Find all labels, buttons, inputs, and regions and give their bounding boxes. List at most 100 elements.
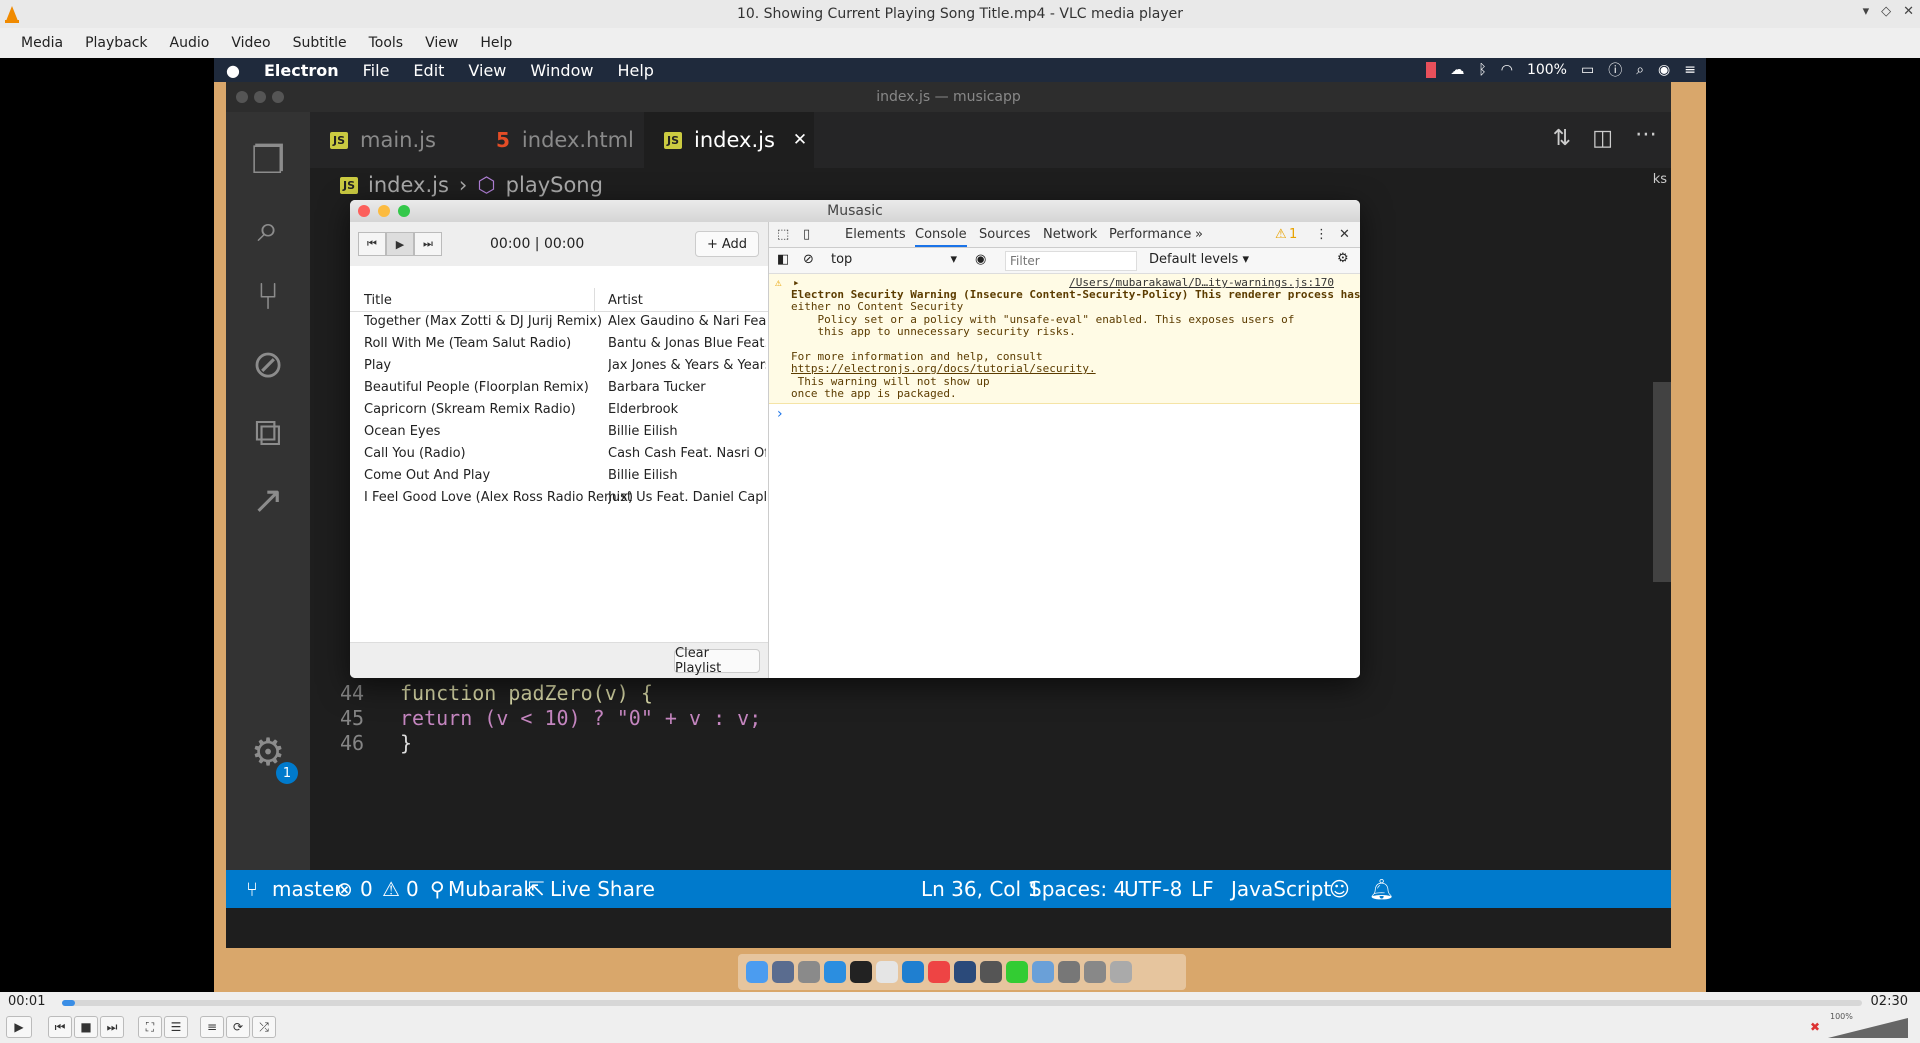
seek-bar[interactable]	[62, 1000, 1862, 1006]
extensions-icon[interactable]: ⧉	[244, 408, 292, 456]
previous-track-icon[interactable]: ⏮	[358, 232, 386, 256]
editor-scrollbar[interactable]	[1653, 382, 1671, 582]
tasks-icon[interactable]	[954, 961, 976, 983]
clear-console-icon[interactable]: ⊘	[803, 252, 814, 267]
app-zoom-button[interactable]	[398, 205, 410, 217]
playlist-row[interactable]: Beautiful People (Floorplan Remix) Barbar…	[350, 380, 770, 402]
clear-playlist-button[interactable]: Clear Playlist	[674, 646, 760, 676]
status-user[interactable]: Mubarak	[448, 877, 535, 901]
column-artist[interactable]: Artist	[608, 293, 643, 308]
more-tabs-icon[interactable]: »	[1195, 227, 1203, 242]
playlist-row[interactable]: I Feel Good Love (Alex Ross Radio Remix)…	[350, 490, 770, 512]
mac-menu-window[interactable]: Window	[518, 61, 605, 80]
tab-sources[interactable]: Sources	[979, 227, 1030, 242]
mac-menu-file[interactable]: File	[351, 61, 402, 80]
restore-icon[interactable]: ◇	[1881, 4, 1891, 19]
window-zoom-button[interactable]	[272, 91, 284, 103]
trash-icon[interactable]	[1110, 961, 1132, 983]
breadcrumb-file[interactable]: index.js	[368, 173, 449, 197]
previous-button[interactable]: ⏮	[48, 1016, 72, 1038]
mac-menu-view[interactable]: View	[456, 61, 518, 80]
status-encoding[interactable]: UTF-8	[1124, 877, 1182, 901]
menu-subtitle[interactable]: Subtitle	[282, 35, 358, 51]
status-warnings[interactable]: 0	[406, 877, 419, 901]
notification-icon[interactable]: ☁	[1450, 62, 1464, 78]
spotlight-icon[interactable]: ⌕	[1636, 62, 1644, 78]
menu-tools[interactable]: Tools	[358, 35, 415, 51]
menu-audio[interactable]: Audio	[159, 35, 221, 51]
info-icon[interactable]: ⓘ	[1608, 60, 1622, 80]
play-button[interactable]: ▶	[6, 1016, 32, 1038]
menu-view[interactable]: View	[414, 35, 469, 51]
terminal-icon[interactable]	[850, 961, 872, 983]
playlist-row[interactable]: Roll With Me (Team Salut Radio) Bantu & J…	[350, 336, 770, 358]
more-actions-icon[interactable]: ⋯	[1635, 122, 1657, 147]
apple-icon[interactable]: ●	[214, 61, 252, 80]
status-branch[interactable]: master	[272, 877, 343, 901]
rocket-icon[interactable]	[798, 961, 820, 983]
status-position[interactable]: Ln 36, Col 1	[921, 877, 1040, 901]
finder-icon[interactable]	[746, 961, 768, 983]
debug-icon[interactable]: ⊘	[244, 340, 292, 388]
split-editor-icon[interactable]: ◫	[1592, 126, 1613, 151]
volume-slider[interactable]: 100%	[1828, 1012, 1908, 1038]
fullscreen-button[interactable]: ⛶	[138, 1016, 162, 1038]
breadcrumb-symbol[interactable]: playSong	[506, 173, 603, 197]
explorer-icon[interactable]: ❐	[244, 136, 292, 184]
warning-count[interactable]: 1	[1289, 227, 1297, 242]
tab-main-js[interactable]: JS main.js	[310, 112, 476, 168]
playlist-row[interactable]: Together (Max Zotti & DJ Jurij Remix) Ale…	[350, 314, 770, 336]
vscode-icon[interactable]	[902, 961, 924, 983]
mac-menu-electron[interactable]: Electron	[252, 61, 351, 80]
console-filter-input[interactable]	[1005, 251, 1137, 271]
context-select[interactable]: top ▾	[831, 252, 957, 267]
menu-playback[interactable]: Playback	[74, 35, 158, 51]
playlist-row[interactable]: Call You (Radio) Cash Cash Feat. Nasri Of…	[350, 446, 770, 468]
feedback-icon[interactable]: ☺	[1329, 877, 1350, 901]
playlist-row[interactable]: Ocean Eyes Billie Eilish	[350, 424, 770, 446]
play-icon[interactable]: ▶	[386, 232, 414, 256]
record-icon[interactable]	[1426, 62, 1437, 78]
loop-button[interactable]: ⟳	[226, 1016, 250, 1038]
search-icon[interactable]: ⌕	[244, 204, 292, 252]
battery-icon[interactable]: ▭	[1581, 62, 1594, 78]
status-errors[interactable]: 0	[360, 877, 373, 901]
playlist-row[interactable]: Play Jax Jones & Years & Years	[350, 358, 770, 380]
folder-icon[interactable]	[1084, 961, 1106, 983]
folder-icon[interactable]	[1032, 961, 1054, 983]
default-levels-select[interactable]: Default levels ▾	[1149, 252, 1249, 267]
launchpad-icon[interactable]	[772, 961, 794, 983]
extended-settings-button[interactable]: ☰	[164, 1016, 188, 1038]
security-link[interactable]: https://electronjs.org/docs/tutorial/sec…	[791, 362, 1096, 376]
inspect-icon[interactable]: ⬚	[777, 227, 789, 242]
notification-bell-icon[interactable]: 🔔︎	[1369, 877, 1394, 901]
tab-close-icon[interactable]: ✕	[793, 130, 807, 150]
live-share-icon[interactable]: ↗	[244, 476, 292, 524]
device-toolbar-icon[interactable]: ▯	[803, 227, 810, 242]
siri-icon[interactable]: ◉	[1658, 62, 1670, 78]
app-minimize-button[interactable]	[378, 205, 390, 217]
safari-icon[interactable]	[824, 961, 846, 983]
console-prompt[interactable]: ›	[777, 406, 783, 422]
status-live-share[interactable]: Live Share	[550, 877, 655, 901]
console-settings-icon[interactable]: ⚙	[1337, 251, 1349, 266]
shuffle-button[interactable]: ⤮	[252, 1016, 276, 1038]
window-minimize-button[interactable]	[254, 91, 266, 103]
devtools-menu-icon[interactable]: ⋮	[1315, 227, 1328, 242]
list-icon[interactable]: ≡	[1684, 62, 1696, 78]
wifi-icon[interactable]: ◠	[1501, 62, 1513, 78]
camtasia-icon[interactable]	[1006, 961, 1028, 983]
tab-elements[interactable]: Elements	[845, 227, 906, 242]
menu-video[interactable]: Video	[220, 35, 281, 51]
chrome-icon[interactable]	[928, 961, 950, 983]
column-title[interactable]: Title	[364, 293, 392, 308]
tab-performance[interactable]: Performance	[1109, 227, 1191, 242]
stop-button[interactable]: ■	[74, 1016, 98, 1038]
video-area[interactable]: ● Electron File Edit View Window Help ☁ …	[0, 58, 1920, 992]
playlist-row[interactable]: Come Out And Play Billie Eilish	[350, 468, 770, 490]
electron-icon[interactable]	[980, 961, 1002, 983]
status-language[interactable]: JavaScript	[1231, 877, 1331, 901]
tab-index-html[interactable]: 5 index.html	[476, 112, 644, 168]
mac-menu-edit[interactable]: Edit	[401, 61, 456, 80]
mac-menu-help[interactable]: Help	[605, 61, 665, 80]
